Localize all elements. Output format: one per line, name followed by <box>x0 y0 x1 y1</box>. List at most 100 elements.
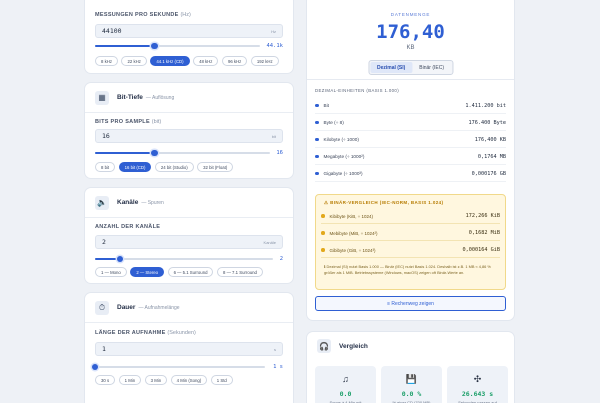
binary-comparison-box: ⚠ Binär-Vergleich (IEC-Norm, Basis 1.024… <box>315 194 506 290</box>
timer-icon: ⏱ <box>95 300 109 315</box>
sampling-card: Messungen pro Sekunde (Hz) 44100 Hz 44.1… <box>84 0 294 74</box>
channels-label: Anzahl der Kanäle <box>95 224 161 230</box>
stat-value: 0.0 % <box>401 390 422 398</box>
preset-chip[interactable]: 2 — Stereo <box>130 267 165 277</box>
bitdepth-presets: 8 bit 16 bit (CD) 24 bit (Studio) 32 bit (F… <box>95 162 234 172</box>
binary-unit-row: Kibibyte (KiB, ÷ 1024) 172,266 KiB <box>321 209 500 224</box>
unit-name: Megabyte (÷ 1000²) <box>323 154 365 159</box>
binary-unit-row: Mebibyte (MiB, ÷ 1024²) 0,1682 MiB <box>321 226 500 241</box>
divider <box>307 79 514 80</box>
duration-slider-value: 1 s <box>273 364 283 370</box>
binary-info-note: ℹ Dezimal (SI) nutzt Basis 1.000 — Binär… <box>324 264 491 275</box>
preset-chip[interactable]: 6 — 5.1 Surround <box>167 267 214 277</box>
preset-chip[interactable]: 96 kHz <box>221 56 248 66</box>
slider-knob[interactable] <box>151 42 158 50</box>
preset-chip[interactable]: 8 — 7.1 Surround <box>216 267 263 277</box>
slider-knob[interactable] <box>91 363 99 371</box>
preset-chip[interactable]: 3 Min <box>144 375 168 385</box>
preset-chip[interactable]: 16 bit (CD) <box>118 162 152 172</box>
binary-comparison-title: ⚠ Binär-Vergleich (IEC-Norm, Basis 1.024… <box>324 200 444 205</box>
bitdepth-slider[interactable] <box>95 149 270 157</box>
bitdepth-input[interactable]: 16 bit <box>95 129 283 143</box>
speaker-icon: 🔈 <box>95 195 109 210</box>
channels-presets: 1 — Mono 2 — Stereo 6 — 5.1 Surround 8 — 7.… <box>95 267 263 277</box>
preset-chip[interactable]: 4 Min (Song) <box>170 375 208 385</box>
channels-title: Kanäle <box>117 199 139 206</box>
bitdepth-slider-value: 16 <box>276 150 283 156</box>
result-value: 176,40 <box>376 21 445 43</box>
unit-name: Kibibyte (KiB, ÷ 1024) <box>329 213 374 219</box>
stat-value: 26.643 s <box>461 390 494 398</box>
unit-value: 1.411.200 bit <box>465 102 506 109</box>
duration-title: Dauer <box>117 304 136 311</box>
duration-slider[interactable] <box>91 363 265 371</box>
bitdepth-subtitle: — Auflösung <box>145 94 175 101</box>
bullet-dot <box>315 137 319 142</box>
channels-subtitle: — Spuren <box>141 199 164 206</box>
compare-title: Vergleich <box>339 342 368 350</box>
decimal-units-label: Dezimal-Einheiten (Basis 1.000) <box>315 88 400 93</box>
comparison-stat: 💾 0.0 %% einer CD (700 MB) <box>381 366 442 403</box>
bullet-dot <box>315 154 319 159</box>
bullet-dot <box>315 120 319 125</box>
sampling-presets: 8 kHz 22 kHz 44.1 kHz (CD) 48 kHz 96 kHz 192 … <box>95 56 279 66</box>
unit-value: 172,266 KiB <box>465 213 500 219</box>
bitdepth-title: Bit-Tiefe <box>117 94 143 101</box>
bullet-dot <box>321 248 325 252</box>
bitdepth-card: ▦ Bit-Tiefe — Auflösung Bits pro Sample … <box>84 82 294 179</box>
preset-chip[interactable]: 1 Std <box>210 375 233 385</box>
unit-name: Mebibyte (MiB, ÷ 1024²) <box>329 230 378 236</box>
bullet-dot <box>321 214 325 218</box>
preset-chip[interactable]: 48 kHz <box>193 56 219 66</box>
unit-value: 0,000164 GiB <box>462 247 500 253</box>
chip-icon: ▦ <box>95 90 109 105</box>
unit-name: Gigabyte (÷ 1000³) <box>323 171 363 176</box>
unit-value: 176.400 Byte <box>468 119 506 126</box>
unit-value: 0,1682 MiB <box>468 230 500 236</box>
sampling-label: Messungen pro Sekunde (Hz) <box>95 12 191 18</box>
decimal-unit-row: Gigabyte (÷ 1000³) 0,000176 GB <box>315 166 506 182</box>
bullet-dot <box>315 103 319 108</box>
unit-value: 0,1764 MB <box>477 153 506 160</box>
unit-name: Kilobyte (÷ 1000) <box>323 137 359 142</box>
toggle-decimal[interactable]: Dezimal (SI) <box>369 62 413 73</box>
floppy-disk-icon: 💾 <box>405 374 418 384</box>
result-card: Datenmenge 176,40 KB Dezimal (SI) Binär (… <box>306 0 515 321</box>
unit-name: Gibibyte (GiB, ÷ 1024³) <box>329 247 376 253</box>
result-unit: KB <box>406 45 415 51</box>
preset-chip[interactable]: 22 kHz <box>121 56 147 66</box>
result-label: Datenmenge <box>390 12 431 17</box>
toggle-binary[interactable]: Binär (IEC) <box>412 62 451 73</box>
sampling-rate-input[interactable]: 44100 Hz <box>95 24 283 38</box>
binary-unit-row: Gibibyte (GiB, ÷ 1024³) 0,000164 GiB <box>321 243 500 258</box>
decimal-unit-row: Megabyte (÷ 1000²) 0,1764 MB <box>315 149 506 165</box>
puzzle-icon: ✣ <box>473 374 482 384</box>
slider-knob[interactable] <box>116 255 124 263</box>
sampling-rate-slider[interactable] <box>95 42 260 50</box>
channels-slider[interactable] <box>95 255 273 263</box>
unit-value: 0,000176 GB <box>471 170 506 177</box>
comparison-stat: ✣ 26.643 s Sekunden passen auf <box>447 366 508 403</box>
duration-label: Länge der Aufnahme (Sekunden) <box>95 330 196 336</box>
preset-chip[interactable]: 8 kHz <box>95 56 118 66</box>
preset-chip[interactable]: 1 Min <box>118 375 142 385</box>
headphones-icon: 🎧 <box>317 339 331 353</box>
preset-chip[interactable]: 1 — Mono <box>95 267 127 277</box>
preset-chip[interactable]: 192 kHz <box>250 56 279 66</box>
compare-card: 🎧 Vergleich ♫ 0.0 Songs à 4 Min mit 💾 0.0 %%… <box>306 331 515 403</box>
slider-knob[interactable] <box>151 149 158 157</box>
duration-input[interactable]: 1 s <box>95 342 283 356</box>
duration-subtitle: — Aufnahmelänge <box>138 304 180 311</box>
preset-chip[interactable]: 32 bit (Float) <box>197 162 234 172</box>
preset-chip[interactable]: 30 s <box>95 375 116 385</box>
show-calculation-button[interactable]: ≡ Rechenweg zeigen <box>315 296 506 311</box>
channels-input[interactable]: 2 Kanäle <box>95 235 283 249</box>
unit-value: 176,400 KB <box>474 136 506 143</box>
decimal-unit-row: Bit 1.411.200 bit <box>315 98 506 114</box>
preset-chip[interactable]: 44.1 kHz (CD) <box>150 56 190 66</box>
unit-system-toggle: Dezimal (SI) Binär (IEC) <box>367 60 454 75</box>
channels-card: 🔈 Kanäle — Spuren Anzahl der Kanäle 2 Ka… <box>84 187 294 284</box>
preset-chip[interactable]: 24 bit (Studio) <box>154 162 194 172</box>
bitdepth-label: Bits pro Sample (bit) <box>95 119 162 125</box>
preset-chip[interactable]: 8 bit <box>95 162 116 172</box>
